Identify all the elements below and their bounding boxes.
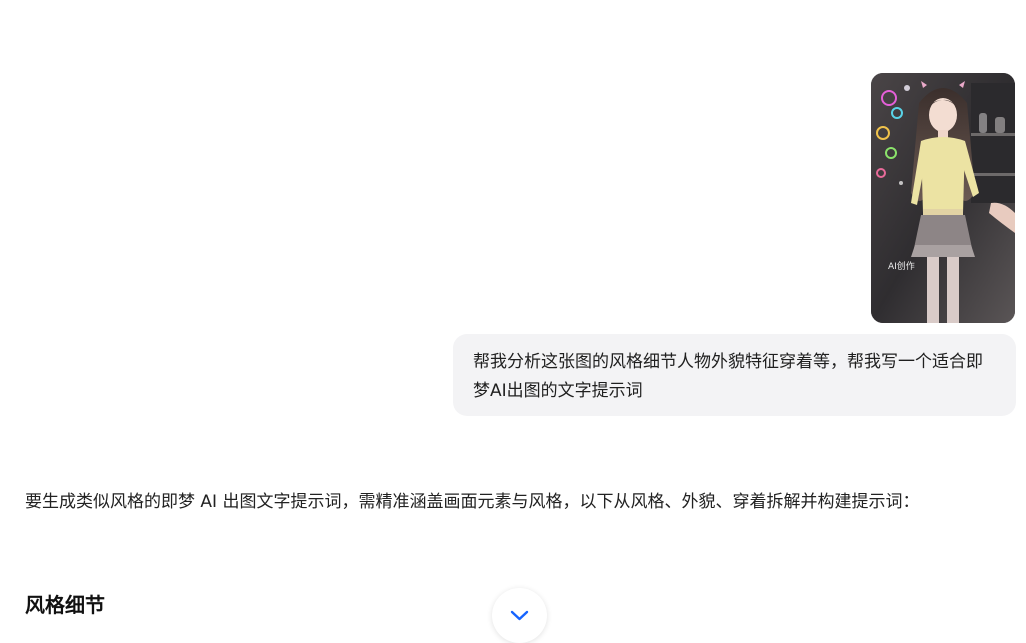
uploaded-image-illustration [871,73,1015,323]
user-message-text: 帮我分析这张图的风格细节人物外貌特征穿着等，帮我写一个适合即梦AI出图的文字提示… [473,348,996,406]
chat-thread: AI创作 帮我分析这张图的风格细节人物外貌特征穿着等，帮我写一个适合即梦AI出图… [0,0,1026,643]
scroll-down-button[interactable] [492,588,547,643]
user-message-bubble: 帮我分析这张图的风格细节人物外貌特征穿着等，帮我写一个适合即梦AI出图的文字提示… [453,334,1016,416]
user-message-content: 帮我分析这张图的风格细节人物外貌特征穿着等，帮我写一个适合即梦AI出图的文字提示… [473,352,983,401]
assistant-intro-text: 要生成类似风格的即梦 AI 出图文字提示词，需精准涵盖画面元素与风格，以下从风格… [25,492,920,512]
section-heading: 风格细节 [25,593,105,617]
chevron-down-icon [510,610,529,621]
image-watermark: AI创作 [888,262,915,272]
assistant-reply: 要生成类似风格的即梦 AI 出图文字提示词，需精准涵盖画面元素与风格，以下从风格… [25,486,1015,617]
uploaded-image[interactable]: AI创作 [871,73,1015,323]
